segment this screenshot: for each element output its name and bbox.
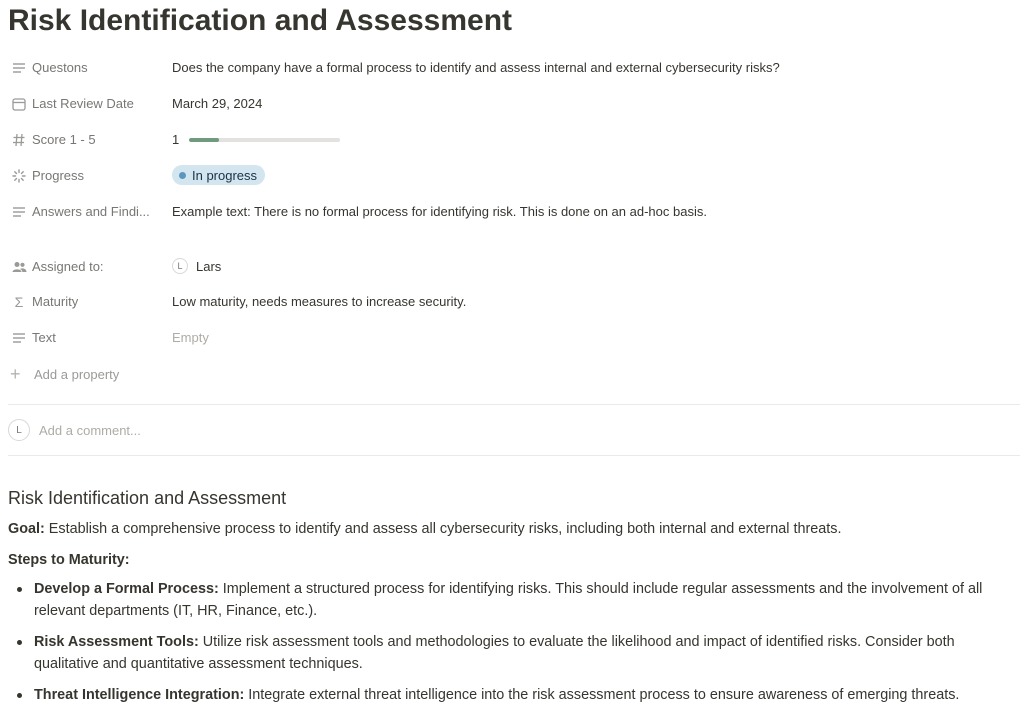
add-property-label: Add a property xyxy=(34,366,120,382)
property-row-score[interactable]: Score 1 - 5 1 xyxy=(8,126,1008,154)
steps-list: Develop a Formal Process: Implement a st… xyxy=(8,578,1018,715)
step-text: Integrate external threat intelligence i… xyxy=(244,687,960,703)
comment-composer[interactable]: L Add a comment... xyxy=(8,418,141,442)
avatar: L xyxy=(172,258,188,274)
formula-value: Low maturity, needs measures to increase… xyxy=(172,294,467,309)
goal-text: Establish a comprehensive process to ide… xyxy=(44,521,842,537)
plus-icon: + xyxy=(10,364,21,384)
property-label[interactable]: Questons xyxy=(32,60,88,75)
property-row-answers[interactable]: Answers and Findi... Example text: There… xyxy=(8,198,1008,226)
list-item[interactable]: Risk Assessment Tools: Utilize risk asse… xyxy=(8,631,1018,675)
property-row-text[interactable]: Text Empty xyxy=(8,324,1008,352)
property-row-assigned-to[interactable]: Assigned to: L Lars xyxy=(8,253,1008,281)
avatar: L xyxy=(8,419,30,441)
sigma-icon: Σ xyxy=(14,294,24,310)
person-name: Lars xyxy=(196,258,222,274)
score-value[interactable]: 1 xyxy=(172,132,341,147)
goal-label: Goal: xyxy=(8,521,45,537)
divider xyxy=(8,404,1020,405)
goal-paragraph[interactable]: Goal: Establish a comprehensive process … xyxy=(8,518,841,540)
property-label[interactable]: Text xyxy=(32,330,56,345)
property-label[interactable]: Score 1 - 5 xyxy=(32,132,96,147)
property-row-progress[interactable]: Progress In progress xyxy=(8,162,1008,190)
property-row-last-review-date[interactable]: Last Review Date March 29, 2024 xyxy=(8,90,1008,118)
steps-heading-label: Steps to Maturity: xyxy=(8,552,130,568)
people-icon xyxy=(10,258,28,276)
comment-input[interactable]: Add a comment... xyxy=(39,423,141,438)
hash-icon xyxy=(10,131,28,149)
add-property-button[interactable]: + Add a property xyxy=(8,362,119,386)
page-title[interactable]: Risk Identification and Assessment xyxy=(8,2,512,40)
calendar-icon xyxy=(10,95,28,113)
list-item[interactable]: Develop a Formal Process: Implement a st… xyxy=(8,578,1018,622)
person-value[interactable]: L Lars xyxy=(172,258,221,274)
steps-heading[interactable]: Steps to Maturity: xyxy=(8,549,130,571)
section-heading[interactable]: Risk Identification and Assessment xyxy=(8,487,286,509)
property-value[interactable]: Example text: There is no formal process… xyxy=(172,204,707,219)
property-value[interactable]: Does the company have a formal process t… xyxy=(172,60,780,75)
status-dot xyxy=(179,171,186,179)
status-badge[interactable]: In progress xyxy=(172,165,266,185)
divider xyxy=(8,455,1020,456)
text-lines-icon xyxy=(10,203,28,221)
property-label[interactable]: Last Review Date xyxy=(32,96,134,111)
property-row-maturity[interactable]: Σ Maturity Low maturity, needs measures … xyxy=(8,288,1008,316)
property-row-questions[interactable]: Questons Does the company have a formal … xyxy=(8,54,1008,82)
spinner-icon xyxy=(10,167,28,185)
step-title: Develop a Formal Process: xyxy=(34,581,219,597)
date-value[interactable]: March 29, 2024 xyxy=(172,96,262,111)
list-item[interactable]: Threat Intelligence Integration: Integra… xyxy=(8,684,1018,706)
text-lines-icon xyxy=(10,329,28,347)
property-label[interactable]: Answers and Findi... xyxy=(32,204,150,219)
text-lines-icon xyxy=(10,59,28,77)
property-label[interactable]: Maturity xyxy=(32,294,78,309)
step-title: Threat Intelligence Integration: xyxy=(34,687,245,703)
score-progress-fill xyxy=(189,137,220,142)
property-label[interactable]: Progress xyxy=(32,168,84,183)
score-number: 1 xyxy=(172,132,180,147)
status-label: In progress xyxy=(192,167,258,183)
property-label[interactable]: Assigned to: xyxy=(32,259,104,274)
property-value-empty[interactable]: Empty xyxy=(172,330,209,345)
score-progress-bar xyxy=(189,137,341,142)
step-title: Risk Assessment Tools: xyxy=(34,634,199,650)
